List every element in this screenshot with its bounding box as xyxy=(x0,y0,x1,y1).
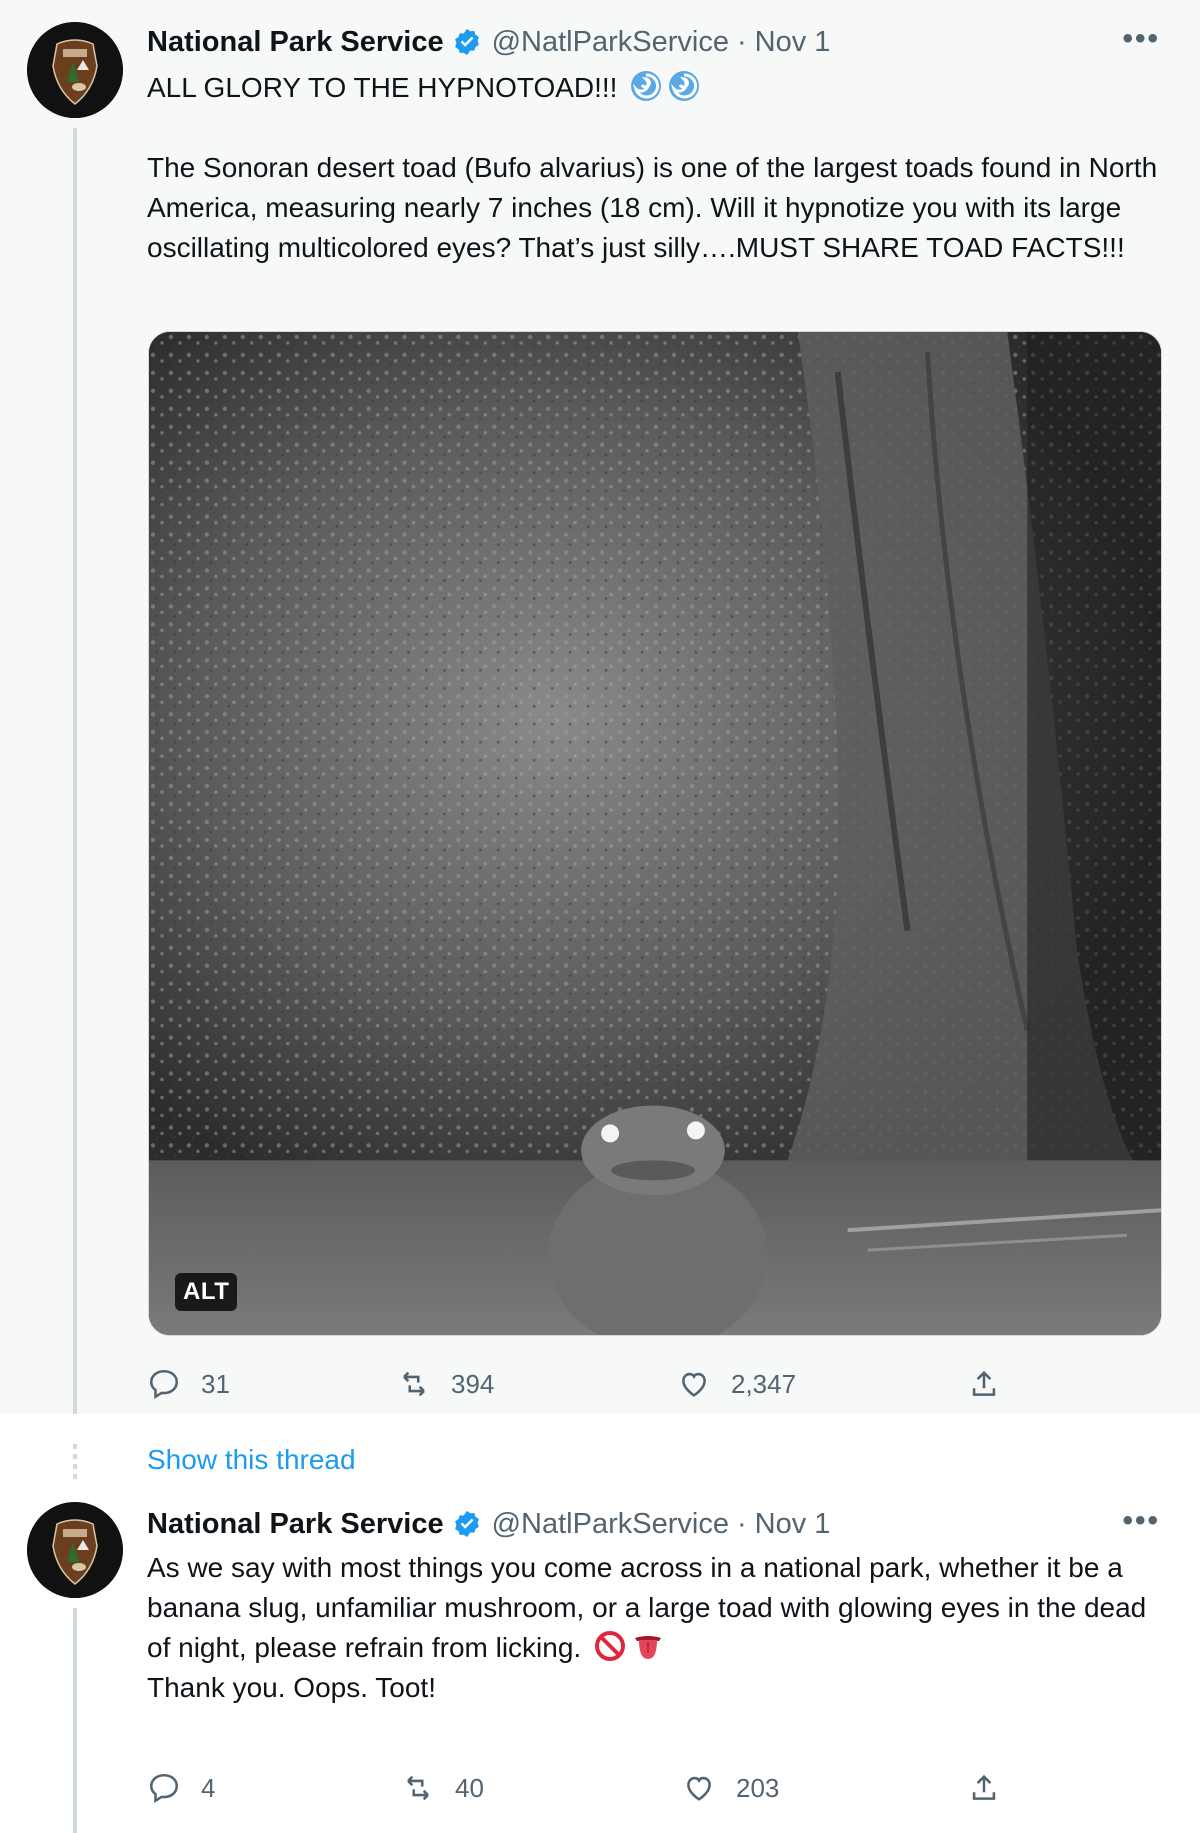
like-button[interactable]: 203 xyxy=(682,1771,779,1805)
tweet-body: As we say with most things you come acro… xyxy=(147,1548,1167,1668)
more-options-icon[interactable]: ••• xyxy=(1122,24,1160,54)
separator: · xyxy=(736,25,747,58)
author-handle[interactable]: @NatlParkService xyxy=(492,1508,729,1541)
retweet-icon xyxy=(397,1367,431,1401)
retweet-button[interactable]: 40 xyxy=(401,1771,484,1805)
retweet-button[interactable]: 394 xyxy=(397,1367,494,1401)
avatar[interactable] xyxy=(27,1502,123,1598)
separator: · xyxy=(736,1507,747,1540)
prohibited-emoji-icon xyxy=(593,1629,627,1663)
more-options-icon[interactable]: ••• xyxy=(1122,1506,1160,1536)
tweet-actions: 4 40 203 xyxy=(147,1771,1007,1811)
toad-night-photo xyxy=(149,332,1161,1335)
tweet-header: National Park Service @NatlParkService ·… xyxy=(147,1504,830,1544)
share-icon xyxy=(967,1771,1001,1805)
tweet[interactable]: National Park Service @NatlParkService ·… xyxy=(0,1486,1200,1833)
tweet-date[interactable]: Nov 1 xyxy=(755,26,831,59)
author-name[interactable]: National Park Service xyxy=(147,1508,444,1541)
retweet-icon xyxy=(401,1771,435,1805)
thread-connector-line xyxy=(73,128,77,1414)
cyclone-emoji-icon xyxy=(629,69,663,103)
tweet-actions: 31 394 2,347 xyxy=(147,1367,1007,1407)
reply-icon xyxy=(147,1771,181,1805)
tongue-emoji-icon xyxy=(631,1629,665,1663)
reply-button[interactable]: 4 xyxy=(147,1771,215,1805)
reply-icon xyxy=(147,1367,181,1401)
retweet-count: 40 xyxy=(455,1772,484,1803)
avatar[interactable] xyxy=(27,22,123,118)
tweet[interactable]: National Park Service @NatlParkService ·… xyxy=(0,0,1200,1414)
like-button[interactable]: 2,347 xyxy=(677,1367,796,1401)
author-handle[interactable]: @NatlParkService xyxy=(492,26,729,59)
nps-arrowhead-logo xyxy=(27,1502,123,1598)
heart-icon xyxy=(677,1367,711,1401)
like-count: 203 xyxy=(736,1772,780,1803)
share-icon xyxy=(967,1367,1001,1401)
thread-dotted-line xyxy=(73,1444,77,1482)
reply-button[interactable]: 31 xyxy=(147,1367,230,1401)
author-name[interactable]: National Park Service xyxy=(147,26,444,59)
tweet-date[interactable]: Nov 1 xyxy=(755,1508,831,1541)
alt-text-badge[interactable]: ALT xyxy=(175,1273,238,1311)
tweet-body: The Sonoran desert toad (Bufo alvarius) … xyxy=(147,152,1158,263)
tweet-header: National Park Service @NatlParkService ·… xyxy=(147,22,830,62)
verified-badge-icon xyxy=(452,27,482,57)
tweet-headline: ALL GLORY TO THE HYPNOTOAD!!! xyxy=(147,68,1167,108)
share-button[interactable] xyxy=(967,1367,1021,1401)
like-count: 2,347 xyxy=(731,1368,797,1399)
cyclone-emoji-icon xyxy=(667,69,701,103)
heart-icon xyxy=(682,1771,716,1805)
retweet-count: 394 xyxy=(451,1368,495,1399)
reply-count: 4 xyxy=(201,1772,216,1803)
share-button[interactable] xyxy=(967,1771,1021,1805)
thread-connector-line xyxy=(73,1608,77,1833)
tweet-media-photo[interactable]: ALT xyxy=(148,331,1162,1336)
verified-badge-icon xyxy=(452,1509,482,1539)
nps-arrowhead-logo xyxy=(27,22,123,118)
reply-count: 31 xyxy=(201,1368,230,1399)
show-thread-link[interactable]: Show this thread xyxy=(147,1444,356,1476)
tweet-body-second-paragraph: Thank you. Oops. Toot! xyxy=(147,1672,436,1703)
headline-text: ALL GLORY TO THE HYPNOTOAD!!! xyxy=(147,72,618,103)
